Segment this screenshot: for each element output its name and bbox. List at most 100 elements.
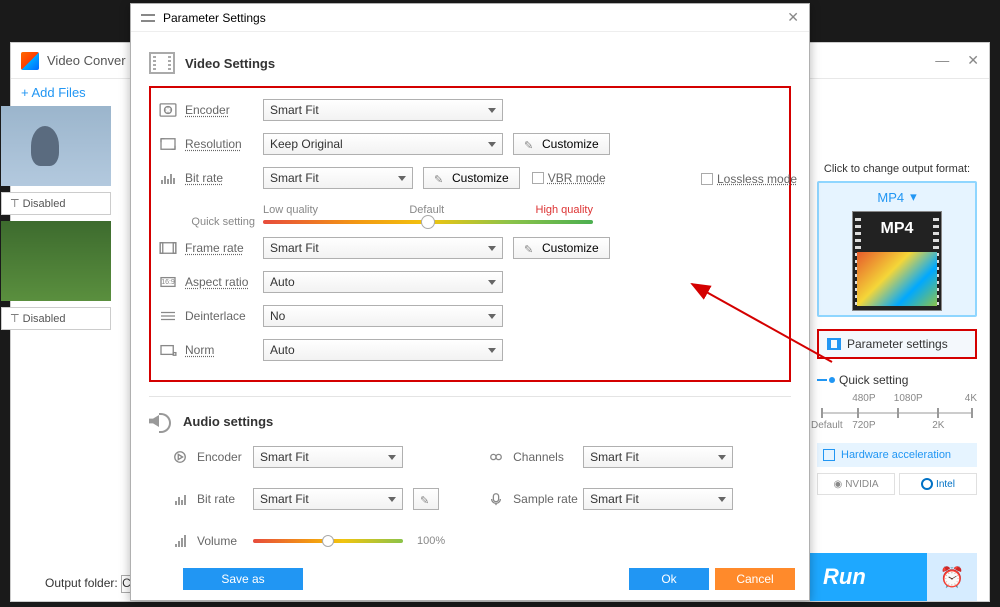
deinterlace-dropdown[interactable]: No: [263, 305, 503, 327]
pencil-icon: [524, 242, 536, 254]
dialog-title: Parameter Settings: [163, 11, 266, 25]
chevron-down-icon: [388, 455, 396, 460]
channels-dropdown[interactable]: Smart Fit: [583, 446, 733, 468]
output-format-selector[interactable]: MP4 ▾: [817, 181, 977, 317]
bitrate-dropdown[interactable]: Smart Fit: [263, 167, 413, 189]
chevron-down-icon: [718, 455, 726, 460]
slider-knob[interactable]: [421, 215, 435, 229]
audio-bitrate-customize-button[interactable]: [413, 488, 439, 510]
quick-setting-slider[interactable]: Default 480P 720P 1080P 2K 4K: [817, 397, 977, 429]
resolution-icon: [157, 136, 179, 152]
aspect-icon: 16:9: [157, 274, 179, 290]
bitrate-customize-button[interactable]: Customize: [423, 167, 520, 189]
output-format-hint: Click to change output format:: [817, 163, 977, 175]
samplerate-dropdown[interactable]: Smart Fit: [583, 488, 733, 510]
channels-label: Channels: [513, 450, 583, 464]
quick-setting-label: Quick setting: [817, 373, 977, 387]
chip-icon: [823, 449, 835, 461]
app-title: Video Conver: [47, 53, 126, 68]
intel-icon: [921, 478, 933, 490]
bitrate-label: Bit rate: [185, 171, 263, 185]
save-as-button[interactable]: Save as: [183, 568, 303, 590]
quality-slider[interactable]: [263, 220, 593, 224]
low-quality-label: Low quality: [263, 204, 318, 216]
dialog-close-button[interactable]: ✕: [787, 9, 799, 26]
video-thumbnail[interactable]: [1, 106, 111, 186]
aspect-dropdown[interactable]: Auto: [263, 271, 503, 293]
video-settings-highlight: Encoder Smart Fit Resolution Keep Origin…: [149, 86, 791, 382]
audio-bitrate-label: Bit rate: [197, 492, 253, 506]
audio-encoder-dropdown[interactable]: Smart Fit: [253, 446, 403, 468]
chevron-down-icon: ▾: [910, 189, 917, 205]
chevron-down-icon: [488, 348, 496, 353]
tick-2k: 2K: [932, 420, 944, 431]
norm-dropdown[interactable]: Auto: [263, 339, 503, 361]
minimize-icon[interactable]: —: [935, 52, 949, 69]
lossless-mode-checkbox[interactable]: Lossless mode: [701, 172, 797, 186]
encoder-label: Encoder: [185, 103, 263, 117]
run-button[interactable]: Run: [823, 564, 866, 590]
add-files-button[interactable]: + Add Files: [21, 85, 86, 100]
deinterlace-icon: [157, 308, 179, 324]
right-sidebar: Click to change output format: MP4 ▾ Para…: [817, 163, 977, 495]
tick-default: Default: [811, 420, 843, 431]
tick-480p: 480P: [852, 393, 875, 404]
sliders-icon: [141, 12, 155, 24]
vbr-mode-checkbox[interactable]: VBR mode: [532, 171, 606, 185]
resolution-label: Resolution: [185, 137, 263, 151]
format-thumbnail-icon: [852, 211, 942, 311]
samplerate-label: Sample rate: [513, 492, 583, 506]
sliders-icon: [827, 338, 841, 350]
chevron-down-icon: [388, 497, 396, 502]
norm-label: Norm: [185, 343, 263, 357]
parameter-settings-dialog: Parameter Settings ✕ Video Settings Enco…: [130, 3, 810, 601]
deinterlace-label: Deinterlace: [185, 309, 263, 323]
subtitle-disabled-label[interactable]: ⊤ Disabled: [1, 307, 111, 330]
audio-bitrate-icon: [169, 491, 191, 507]
tick-4k: 4K: [965, 393, 977, 404]
encoder-dropdown[interactable]: Smart Fit: [263, 99, 503, 121]
run-bar: Run ⏰: [797, 553, 977, 601]
audio-bitrate-dropdown[interactable]: Smart Fit: [253, 488, 403, 510]
slider-knob[interactable]: [322, 535, 334, 547]
chevron-down-icon: [398, 176, 406, 181]
resolution-dropdown[interactable]: Keep Original: [263, 133, 503, 155]
ok-button[interactable]: Ok: [629, 568, 709, 590]
video-section-icon: [149, 52, 175, 74]
format-name: MP4: [877, 190, 904, 205]
parameter-settings-button[interactable]: Parameter settings: [817, 329, 977, 359]
high-quality-label: High quality: [536, 204, 593, 216]
chevron-down-icon: [488, 280, 496, 285]
bitrate-icon: [157, 170, 179, 186]
hardware-acceleration-toggle[interactable]: Hardware acceleration: [817, 443, 977, 467]
framerate-icon: [157, 240, 179, 256]
subtitle-disabled-label[interactable]: ⊤ Disabled: [1, 192, 111, 215]
tick-1080p: 1080P: [894, 393, 923, 404]
dialog-titlebar: Parameter Settings ✕: [131, 4, 809, 32]
volume-label: Volume: [197, 534, 253, 548]
schedule-button[interactable]: ⏰: [927, 553, 977, 601]
pencil-icon: [434, 172, 446, 184]
intel-badge: Intel: [899, 473, 977, 495]
cancel-button[interactable]: Cancel: [715, 568, 795, 590]
framerate-customize-button[interactable]: Customize: [513, 237, 610, 259]
volume-percent: 100%: [417, 535, 445, 547]
output-folder-label: Output folder: C: [45, 575, 141, 593]
audio-encoder-icon: [169, 449, 191, 465]
tick-720p: 720P: [852, 420, 875, 431]
framerate-label: Frame rate: [185, 241, 263, 255]
volume-icon: [169, 533, 191, 549]
close-icon[interactable]: ✕: [967, 52, 979, 69]
audio-encoder-label: Encoder: [197, 450, 253, 464]
framerate-dropdown[interactable]: Smart Fit: [263, 237, 503, 259]
chevron-down-icon: [488, 142, 496, 147]
hw-accel-label: Hardware acceleration: [841, 449, 951, 461]
resolution-customize-button[interactable]: Customize: [513, 133, 610, 155]
audio-section-title: Audio settings: [183, 414, 273, 429]
volume-slider[interactable]: [253, 539, 403, 543]
video-thumbnail[interactable]: [1, 221, 111, 301]
audio-section-icon: [149, 411, 173, 431]
channels-icon: [485, 449, 507, 465]
parameter-settings-label: Parameter settings: [847, 337, 948, 351]
chevron-down-icon: [488, 108, 496, 113]
